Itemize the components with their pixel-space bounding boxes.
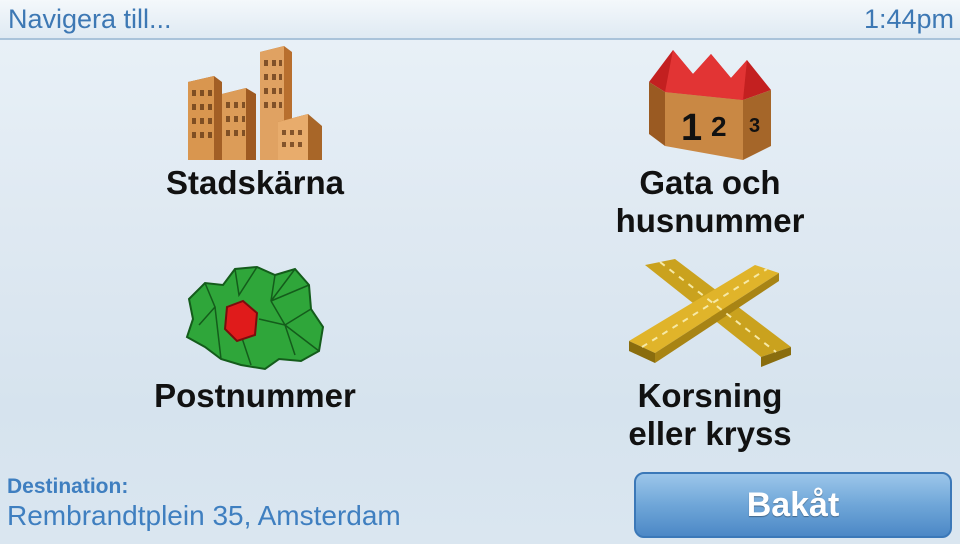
back-button[interactable]: Bakåt (634, 472, 952, 538)
header-bar: Navigera till... 1:44pm (0, 0, 960, 40)
clock: 1:44pm (863, 4, 954, 34)
page-title: Navigera till... (8, 4, 172, 34)
city-center-button[interactable]: Stadskärna (110, 42, 400, 202)
back-button-label: Bakåt (746, 485, 840, 524)
destination-label: Destination: (7, 475, 129, 498)
crossing-label: Korsning eller kryss (628, 377, 792, 452)
postcode-button[interactable]: Postnummer (110, 255, 400, 415)
crossroads-icon (629, 259, 791, 367)
city-buildings-icon (188, 46, 322, 160)
city-center-label: Stadskärna (166, 164, 344, 201)
crossing-button[interactable]: Korsning eller kryss (560, 255, 860, 453)
house-number-3: 3 (749, 115, 760, 137)
street-number-button[interactable]: 1 2 3 Gata och husnummer (560, 42, 860, 240)
house-numbers-icon: 1 2 3 (649, 50, 771, 160)
house-number-1: 1 (681, 107, 702, 149)
destination-value: Rembrandtplein 35, Amsterdam (7, 500, 401, 531)
postcode-label: Postnummer (154, 377, 356, 414)
postcode-map-icon (185, 265, 325, 371)
street-number-label: Gata och husnummer (615, 164, 805, 239)
house-number-2: 2 (711, 111, 727, 142)
